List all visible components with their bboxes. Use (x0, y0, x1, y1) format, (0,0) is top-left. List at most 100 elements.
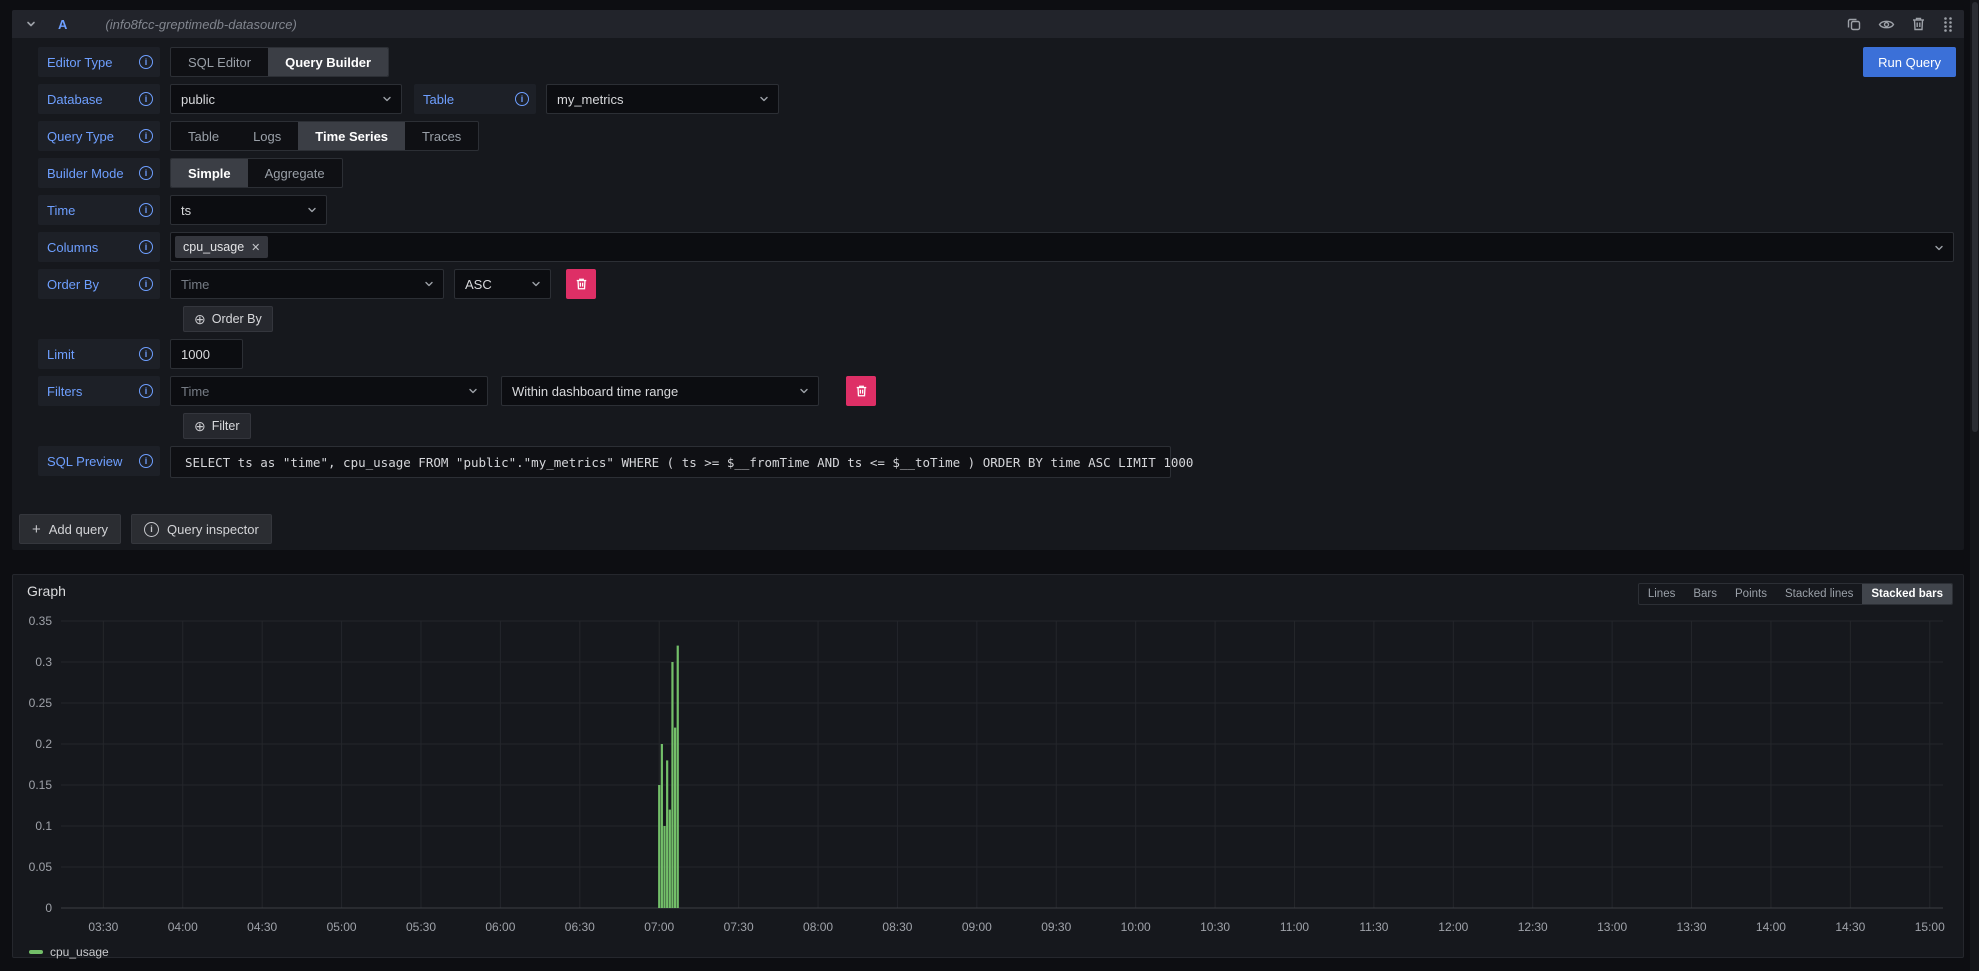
graph-canvas[interactable]: 00.050.10.150.20.250.30.3503:3004:0004:3… (21, 609, 1953, 941)
query-type-label-text: Query Type (47, 129, 114, 144)
builder-mode-option-simple[interactable]: Simple (171, 159, 248, 187)
page: A (info8fcc-greptimedb-datasource) Run Q… (0, 0, 1979, 971)
query-type-option-traces[interactable]: Traces (405, 122, 478, 150)
add-order-by-button[interactable]: ⊕ Order By (183, 306, 273, 332)
mode-points[interactable]: Points (1726, 584, 1776, 604)
remove-order-by-button[interactable] (566, 269, 596, 299)
query-inspector-button[interactable]: i Query inspector (131, 514, 272, 544)
chevron-down-icon (467, 385, 479, 397)
filters-label-text: Filters (47, 384, 82, 399)
drag-handle-icon[interactable] (1942, 16, 1954, 32)
query-type-option-logs[interactable]: Logs (236, 122, 298, 150)
limit-row: Limit i (38, 339, 1954, 369)
mode-stacked-bars[interactable]: Stacked bars (1862, 584, 1952, 604)
duplicate-icon[interactable] (1846, 16, 1862, 32)
query-type-option-time-series[interactable]: Time Series (298, 122, 405, 150)
query-ref-id: A (58, 17, 67, 32)
info-icon[interactable]: i (139, 55, 153, 69)
order-by-column-placeholder: Time (181, 277, 417, 292)
info-icon[interactable]: i (515, 92, 529, 106)
svg-text:0.05: 0.05 (29, 860, 53, 874)
eye-icon[interactable] (1878, 17, 1895, 32)
time-column-select[interactable]: ts (170, 195, 327, 225)
svg-text:09:00: 09:00 (962, 920, 992, 934)
plus-circle-icon: ⊕ (194, 419, 206, 433)
filters-row: Filters i Time Within dashboard time ran… (38, 376, 1954, 406)
query-builder-rows: Editor Type i SQL Editor Query Builder D… (12, 38, 1964, 478)
info-icon[interactable]: i (139, 92, 153, 106)
order-by-column-select[interactable]: Time (170, 269, 444, 299)
svg-text:04:30: 04:30 (247, 920, 277, 934)
draw-mode-toggle-group: Lines Bars Points Stacked lines Stacked … (1638, 583, 1953, 605)
order-by-label-text: Order By (47, 277, 99, 292)
mode-lines[interactable]: Lines (1639, 584, 1685, 604)
builder-mode-row: Builder Mode i Simple Aggregate (38, 158, 1954, 188)
chevron-down-icon (798, 385, 810, 397)
svg-text:0.3: 0.3 (35, 655, 52, 669)
svg-text:10:00: 10:00 (1121, 920, 1151, 934)
collapse-chevron-icon[interactable] (24, 17, 38, 31)
info-icon[interactable]: i (139, 384, 153, 398)
svg-text:0.35: 0.35 (29, 614, 53, 628)
svg-text:08:30: 08:30 (882, 920, 912, 934)
limit-input[interactable] (170, 339, 243, 369)
database-label-text: Database (47, 92, 103, 107)
trash-icon[interactable] (1911, 16, 1926, 32)
time-row: Time i ts (38, 195, 1954, 225)
database-row: Database i public Table i my_metrics (38, 84, 1954, 114)
legend-swatch (29, 950, 43, 954)
database-select[interactable]: public (170, 84, 402, 114)
remove-filter-button[interactable] (846, 376, 876, 406)
mode-stacked-lines[interactable]: Stacked lines (1776, 584, 1862, 604)
filter-column-select[interactable]: Time (170, 376, 488, 406)
editor-type-option-query-builder[interactable]: Query Builder (268, 48, 388, 76)
columns-label-text: Columns (47, 240, 98, 255)
legend-item-cpu-usage[interactable]: cpu_usage (21, 941, 109, 959)
svg-text:08:00: 08:00 (803, 920, 833, 934)
run-query-button[interactable]: Run Query (1863, 47, 1956, 77)
svg-text:0: 0 (45, 901, 52, 915)
svg-text:05:00: 05:00 (327, 920, 357, 934)
query-footer: + Add query i Query inspector (12, 478, 1964, 544)
info-icon[interactable]: i (139, 203, 153, 217)
info-icon[interactable]: i (139, 277, 153, 291)
remove-tag-icon[interactable]: ✕ (251, 241, 260, 254)
add-order-by-row: ⊕ Order By (38, 306, 1954, 332)
svg-text:03:30: 03:30 (88, 920, 118, 934)
columns-multiselect[interactable]: cpu_usage ✕ (170, 232, 1954, 262)
query-header-actions (1846, 16, 1954, 32)
add-query-button[interactable]: + Add query (19, 514, 121, 544)
add-filter-button[interactable]: ⊕ Filter (183, 413, 251, 439)
scrollbar-thumb[interactable] (1972, 2, 1978, 432)
time-label: Time i (38, 195, 160, 225)
svg-text:11:30: 11:30 (1359, 920, 1388, 934)
query-type-option-table[interactable]: Table (171, 122, 236, 150)
chevron-down-icon (530, 278, 542, 290)
filter-column-placeholder: Time (181, 384, 461, 399)
query-row-header[interactable]: A (info8fcc-greptimedb-datasource) (12, 10, 1964, 38)
table-select[interactable]: my_metrics (546, 84, 779, 114)
svg-text:13:30: 13:30 (1677, 920, 1707, 934)
order-by-direction-select[interactable]: ASC (454, 269, 551, 299)
query-type-row: Query Type i Table Logs Time Series Trac… (38, 121, 1954, 151)
svg-text:04:00: 04:00 (168, 920, 198, 934)
editor-type-option-sql-editor[interactable]: SQL Editor (171, 48, 268, 76)
page-scrollbar[interactable] (1970, 0, 1979, 971)
svg-text:14:30: 14:30 (1835, 920, 1865, 934)
svg-text:09:30: 09:30 (1041, 920, 1071, 934)
builder-mode-label-text: Builder Mode (47, 166, 124, 181)
time-column-value: ts (181, 203, 300, 218)
info-icon[interactable]: i (139, 240, 153, 254)
builder-mode-option-aggregate[interactable]: Aggregate (248, 159, 342, 187)
datasource-name: (info8fcc-greptimedb-datasource) (105, 17, 296, 32)
info-icon[interactable]: i (139, 454, 153, 468)
sql-preview-text: SELECT ts as "time", cpu_usage FROM "pub… (185, 455, 1193, 470)
info-icon[interactable]: i (139, 347, 153, 361)
info-icon[interactable]: i (139, 129, 153, 143)
table-label-text: Table (423, 92, 454, 107)
add-query-label: Add query (49, 522, 108, 537)
filter-condition-select[interactable]: Within dashboard time range (501, 376, 819, 406)
mode-bars[interactable]: Bars (1684, 584, 1726, 604)
info-icon[interactable]: i (139, 166, 153, 180)
sql-preview-box: SELECT ts as "time", cpu_usage FROM "pub… (170, 446, 1171, 478)
